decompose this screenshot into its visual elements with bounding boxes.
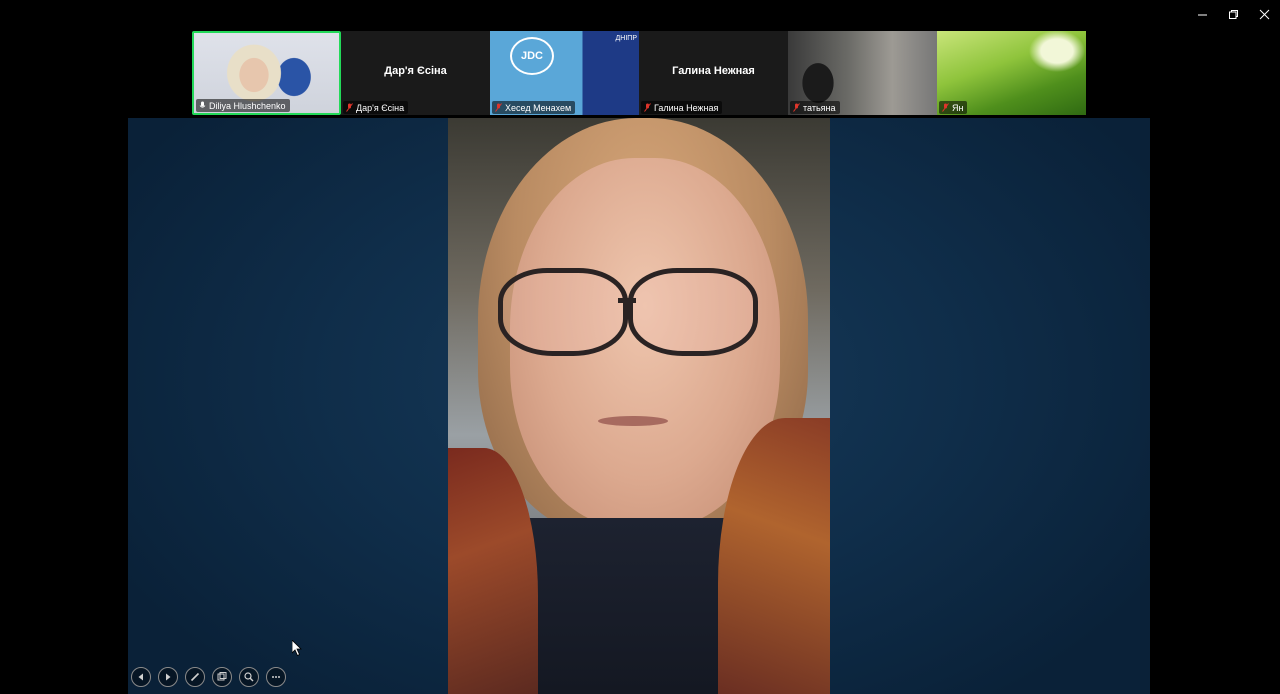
chevron-right-icon [166, 673, 171, 681]
magnifier-icon [244, 672, 254, 682]
photo-glasses-bridge [618, 298, 636, 303]
previous-slide-button[interactable] [131, 667, 151, 687]
restore-icon [1229, 9, 1238, 19]
participant-label: Diliya Hlushchenko [196, 99, 290, 112]
slides-icon [217, 672, 227, 681]
participant-name: Хесед Менахем [505, 102, 572, 113]
participant-label: татьяна [790, 101, 840, 114]
mic-icon [199, 101, 206, 108]
slides-button[interactable] [212, 667, 232, 687]
participant-tile-yan[interactable]: Ян [937, 31, 1086, 115]
minimize-button[interactable] [1187, 0, 1218, 28]
presentation-controls [131, 667, 286, 687]
muted-mic-icon [346, 103, 353, 112]
muted-mic-icon [644, 103, 651, 112]
participant-tile-hesed[interactable]: JDC ДНІПР Хесед Менахем [490, 31, 639, 115]
close-icon [1259, 9, 1270, 19]
jdc-logo: JDC [510, 37, 554, 75]
participant-tile-diliya[interactable]: Diliya Hlushchenko [192, 31, 341, 115]
restore-button[interactable] [1218, 0, 1249, 28]
muted-mic-icon [495, 103, 502, 112]
shared-screen [128, 118, 1150, 694]
muted-mic-icon [942, 103, 949, 112]
photo-glasses-right [628, 268, 758, 356]
chevron-left-icon [138, 673, 143, 681]
pen-button[interactable] [185, 667, 205, 687]
participant-name: Ян [952, 102, 964, 113]
participant-label: Ян [939, 101, 968, 114]
participant-tile-galina[interactable]: Галина Нежная Галина Нежная [639, 31, 788, 115]
slide-portrait-photo [448, 118, 830, 694]
close-button[interactable] [1249, 0, 1280, 28]
participant-center-name: Галина Нежная [672, 65, 755, 77]
next-slide-button[interactable] [158, 667, 178, 687]
ellipsis-icon [272, 676, 280, 678]
banner-text: ДНІПР [615, 35, 637, 42]
participant-tile-tatyana[interactable]: татьяна [788, 31, 937, 115]
minimize-icon [1198, 14, 1207, 15]
photo-mouth [598, 416, 668, 426]
participant-name: Галина Нежная [654, 102, 719, 113]
muted-mic-icon [793, 103, 800, 112]
participant-center-name: Дар'я Єсіна [384, 65, 447, 77]
participant-label: Галина Нежная [641, 101, 723, 114]
pen-icon [190, 672, 200, 682]
participant-name: татьяна [803, 102, 836, 113]
window-controls [1187, 0, 1280, 28]
more-button[interactable] [266, 667, 286, 687]
participant-strip: Diliya Hlushchenko Дар'я Єсіна Дар'я Єсі… [192, 31, 1088, 115]
participant-label: Дар'я Єсіна [343, 101, 409, 114]
zoom-button[interactable] [239, 667, 259, 687]
participant-tile-darya[interactable]: Дар'я Єсіна Дар'я Єсіна [341, 31, 490, 115]
participant-name: Diliya Hlushchenko [209, 100, 286, 111]
participant-name: Дар'я Єсіна [356, 102, 405, 113]
participant-label: Хесед Менахем [492, 101, 576, 114]
mouse-cursor-icon [292, 640, 302, 656]
photo-glasses-left [498, 268, 628, 356]
